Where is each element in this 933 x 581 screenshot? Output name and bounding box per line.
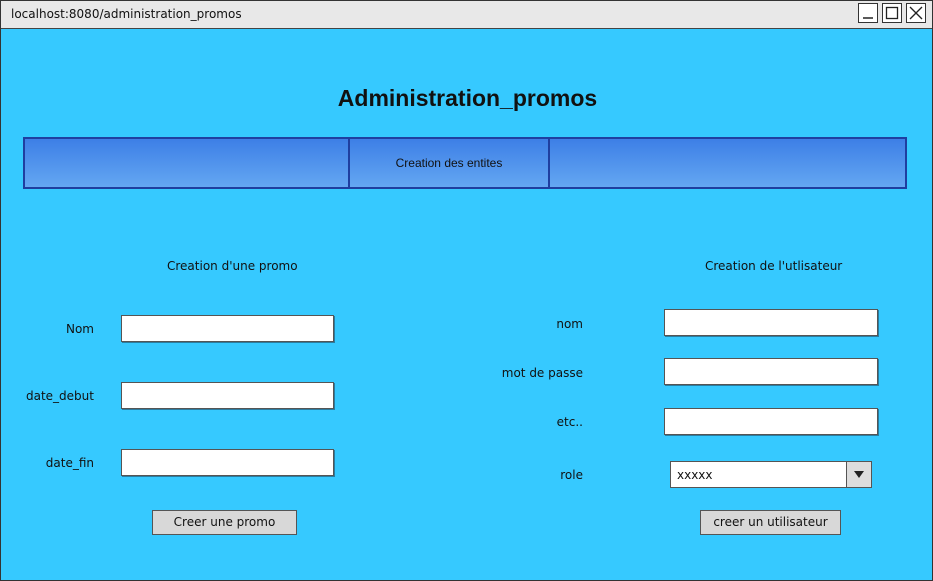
minimize-button[interactable] bbox=[858, 3, 878, 23]
user-nom-label: nom bbox=[556, 317, 583, 331]
page-title: Administration_promos bbox=[337, 85, 598, 111]
nav-bar: Creation des entites bbox=[23, 137, 907, 189]
create-user-button[interactable]: creer un utilisateur bbox=[700, 510, 841, 535]
user-nom-input[interactable] bbox=[664, 309, 878, 336]
promo-form-heading: Creation d'une promo bbox=[167, 259, 298, 273]
role-select-value: xxxxx bbox=[677, 468, 713, 482]
create-promo-button[interactable]: Creer une promo bbox=[152, 510, 297, 535]
nav-tab-creation-des-entites[interactable]: Creation des entites bbox=[350, 139, 550, 187]
nav-tab-1[interactable] bbox=[25, 139, 350, 187]
promo-date-fin-input[interactable] bbox=[121, 449, 334, 476]
user-password-label: mot de passe bbox=[501, 366, 583, 380]
close-icon bbox=[909, 6, 923, 20]
user-etc-label: etc.. bbox=[556, 415, 583, 429]
title-bar: localhost:8080/administration_promos bbox=[1, 1, 932, 29]
promo-nom-label: Nom bbox=[65, 322, 94, 336]
browser-window: localhost:8080/administration_promos Adm… bbox=[0, 0, 933, 581]
user-password-input[interactable] bbox=[664, 358, 878, 385]
maximize-icon bbox=[885, 6, 899, 20]
address-bar-url[interactable]: localhost:8080/administration_promos bbox=[11, 7, 242, 21]
close-button[interactable] bbox=[906, 3, 926, 23]
nav-tab-label: Creation des entites bbox=[395, 156, 503, 170]
promo-date-debut-input[interactable] bbox=[121, 382, 334, 409]
nav-tab-3[interactable] bbox=[550, 139, 905, 187]
chevron-down-icon[interactable] bbox=[846, 462, 871, 487]
promo-date-debut-label: date_debut bbox=[26, 389, 94, 403]
user-role-label: role bbox=[560, 468, 583, 482]
promo-nom-input[interactable] bbox=[121, 315, 334, 342]
role-select[interactable]: xxxxx bbox=[670, 461, 872, 488]
user-form-heading: Creation de l'utlisateur bbox=[705, 259, 843, 273]
triangle-down-icon bbox=[854, 471, 864, 478]
promo-date-fin-label: date_fin bbox=[45, 456, 94, 470]
minimize-icon bbox=[863, 17, 873, 19]
maximize-button[interactable] bbox=[882, 3, 902, 23]
user-etc-input[interactable] bbox=[664, 408, 878, 435]
